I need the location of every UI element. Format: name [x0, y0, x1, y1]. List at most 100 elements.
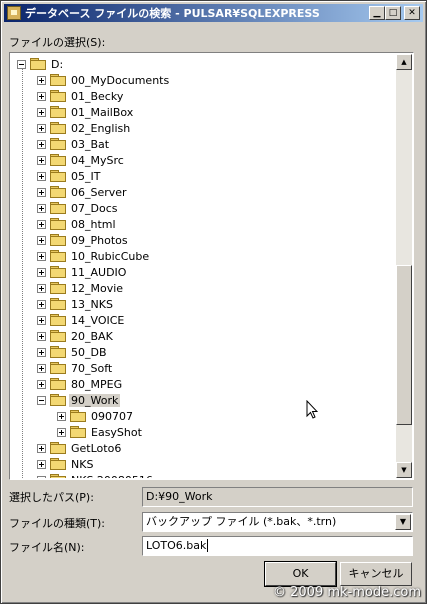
folder-icon	[50, 458, 66, 470]
chevron-down-icon[interactable]: ▼	[395, 514, 411, 530]
maximize-button[interactable]: □	[385, 6, 401, 20]
tree-node-label: 09_Photos	[71, 233, 128, 247]
tree-node-label: 01_Becky	[71, 89, 124, 103]
expand-icon[interactable]	[37, 219, 46, 229]
tree-node-root[interactable]: D:	[17, 56, 65, 72]
tree-node[interactable]: 09_Photos	[37, 232, 130, 248]
tree-node[interactable]: NKS 20080516	[37, 472, 155, 478]
expand-icon[interactable]	[37, 235, 46, 245]
scroll-up-button[interactable]: ▲	[396, 54, 412, 70]
tree-node-label: 00_MyDocuments	[71, 73, 170, 87]
expand-icon[interactable]	[37, 171, 46, 181]
expand-icon[interactable]	[37, 91, 46, 101]
folder-icon	[50, 378, 66, 390]
filename-label: ファイル名(N):	[9, 541, 85, 554]
tree-node[interactable]: 13_NKS	[37, 296, 115, 312]
ok-button[interactable]: OK	[264, 561, 337, 587]
expand-icon[interactable]	[37, 331, 46, 341]
tree-node[interactable]: 70_Soft	[37, 360, 114, 376]
expand-icon[interactable]	[37, 315, 46, 325]
expand-icon[interactable]	[37, 475, 46, 478]
tree-node[interactable]: 90_Work	[37, 392, 121, 408]
tree-node[interactable]: 03_Bat	[37, 136, 111, 152]
tree-node[interactable]: 11_AUDIO	[37, 264, 128, 280]
expand-icon[interactable]	[37, 75, 46, 85]
tree-node[interactable]: NKS	[37, 456, 95, 472]
expand-icon[interactable]	[37, 107, 46, 117]
folder-icon	[50, 298, 66, 310]
tree-node[interactable]: 00_MyDocuments	[37, 72, 171, 88]
mouse-pointer-icon	[306, 400, 318, 419]
tree-node[interactable]: 02_English	[37, 120, 132, 136]
tree-node[interactable]: 01_MailBox	[37, 104, 135, 120]
tree-node[interactable]: 14_VOICE	[37, 312, 126, 328]
scrollbar-thumb[interactable]	[396, 265, 412, 425]
tree-node[interactable]: 01_Becky	[37, 88, 125, 104]
tree-node-label: 50_DB	[71, 345, 107, 359]
expand-icon[interactable]	[37, 123, 46, 133]
tree-node[interactable]: EasyShot	[57, 424, 144, 440]
app-icon	[7, 6, 21, 20]
tree-node[interactable]: 05_IT	[37, 168, 102, 184]
tree-node[interactable]: 80_MPEG	[37, 376, 124, 392]
filename-value: LOTO6.bak	[146, 539, 207, 552]
folder-tree[interactable]: D: 00_MyDocuments 01_Becky 01_MailBox 02_En…	[9, 52, 414, 480]
tree-connector-line	[22, 68, 23, 478]
path-label: 選択したパス(P):	[9, 491, 94, 504]
tree-node[interactable]: GetLoto6	[37, 440, 123, 456]
expand-icon[interactable]	[37, 459, 46, 469]
expand-icon[interactable]	[37, 251, 46, 261]
folder-icon	[50, 234, 66, 246]
tree-node[interactable]: 10_RubicCube	[37, 248, 151, 264]
expand-icon[interactable]	[37, 139, 46, 149]
tree-node-label: 10_RubicCube	[71, 249, 150, 263]
minimize-button[interactable]: ▁	[369, 6, 385, 20]
expand-icon[interactable]	[37, 203, 46, 213]
tree-node-label: 20_BAK	[71, 329, 113, 343]
folder-icon	[50, 122, 66, 134]
tree-node[interactable]: 50_DB	[37, 344, 109, 360]
text-caret: ​	[207, 539, 209, 552]
tree-node-label: 05_IT	[71, 169, 101, 183]
expand-icon[interactable]	[37, 379, 46, 389]
cancel-button[interactable]: キャンセル	[340, 562, 412, 586]
tree-node-label: 07_Docs	[71, 201, 118, 215]
tree-node[interactable]: 090707	[57, 408, 135, 424]
expand-icon[interactable]	[37, 155, 46, 165]
tree-node[interactable]: 12_Movie	[37, 280, 125, 296]
expand-icon[interactable]	[37, 443, 46, 453]
folder-icon	[50, 106, 66, 118]
expand-icon[interactable]	[57, 411, 66, 421]
tree-node[interactable]: 08_html	[37, 216, 118, 232]
tree-node-label: GetLoto6	[71, 441, 122, 455]
expand-icon[interactable]	[37, 299, 46, 309]
tree-node[interactable]: 06_Server	[37, 184, 129, 200]
title-bar[interactable]: データベース ファイルの検索 - PULSAR¥SQLEXPRESS ▁ □ ✕	[4, 4, 423, 22]
tree-node[interactable]: 04_MySrc	[37, 152, 126, 168]
folder-icon	[50, 362, 66, 374]
vertical-scrollbar[interactable]: ▲ ▼	[396, 54, 412, 478]
scroll-down-button[interactable]: ▼	[396, 462, 412, 478]
tree-node[interactable]: 20_BAK	[37, 328, 115, 344]
tree-node-label: 06_Server	[71, 185, 127, 199]
folder-icon	[50, 250, 66, 262]
tree-node-label: EasyShot	[91, 425, 142, 439]
tree-node-label: 70_Soft	[71, 361, 113, 375]
expand-icon[interactable]	[37, 363, 46, 373]
collapse-icon[interactable]	[37, 395, 46, 405]
tree-node-label: D:	[51, 57, 64, 71]
folder-icon	[50, 442, 66, 454]
expand-icon[interactable]	[37, 283, 46, 293]
filetype-label: ファイルの種類(T):	[9, 517, 106, 530]
expand-icon[interactable]	[37, 347, 46, 357]
folder-icon	[50, 74, 66, 86]
expand-icon[interactable]	[37, 267, 46, 277]
close-button[interactable]: ✕	[404, 6, 420, 20]
filename-input[interactable]: LOTO6.bak​	[142, 536, 413, 556]
expand-icon[interactable]	[37, 187, 46, 197]
folder-icon	[50, 138, 66, 150]
expand-icon[interactable]	[57, 427, 66, 437]
tree-node-label: 11_AUDIO	[71, 265, 127, 279]
filetype-select[interactable]: バックアップ ファイル (*.bak、*.trn) ▼	[142, 512, 413, 532]
tree-node[interactable]: 07_Docs	[37, 200, 119, 216]
